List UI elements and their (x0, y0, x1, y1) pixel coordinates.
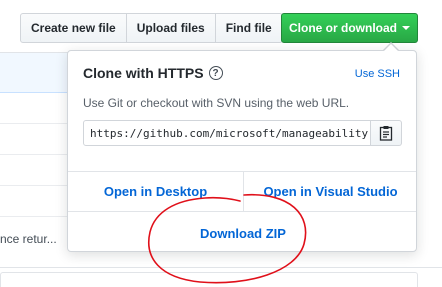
file-list-row (0, 93, 72, 124)
clone-description: Use Git or checkout with SVN using the w… (83, 96, 350, 110)
clone-title: Clone with HTTPS ? (83, 65, 223, 81)
clone-or-download-button[interactable]: Clone or download (281, 13, 418, 43)
clone-dropdown-panel: Clone with HTTPS ? Use SSH Use Git or ch… (67, 50, 417, 252)
upload-files-button[interactable]: Upload files (125, 13, 216, 43)
truncated-commit-message: nce retur... (0, 232, 57, 246)
file-list-row (0, 155, 72, 186)
dropdown-pointer-fill (384, 44, 398, 51)
clone-url-input[interactable]: https://github.com/microsoft/manageabili… (83, 120, 371, 146)
readme-box-edge (0, 267, 442, 287)
clone-or-download-label: Clone or download (289, 21, 397, 35)
file-list-row (0, 186, 72, 217)
open-in-desktop-link[interactable]: Open in Desktop (68, 184, 243, 199)
download-zip-link[interactable]: Download ZIP (68, 226, 418, 241)
caret-down-icon (402, 26, 410, 30)
question-icon[interactable]: ? (208, 66, 223, 80)
file-list-header-row (0, 53, 72, 93)
clone-title-text: Clone with HTTPS (83, 65, 204, 81)
clipboard-icon (379, 126, 393, 141)
file-actions-group: Create new file Upload files Find file (20, 13, 283, 43)
create-new-file-button[interactable]: Create new file (20, 13, 127, 43)
divider (68, 171, 416, 172)
file-list-row (0, 124, 72, 155)
divider (68, 211, 416, 212)
open-in-visual-studio-link[interactable]: Open in Visual Studio (244, 184, 417, 199)
copy-url-button[interactable] (371, 120, 402, 146)
use-ssh-link[interactable]: Use SSH (355, 68, 400, 80)
find-file-button[interactable]: Find file (214, 13, 283, 43)
clone-url-group: https://github.com/microsoft/manageabili… (83, 120, 402, 146)
